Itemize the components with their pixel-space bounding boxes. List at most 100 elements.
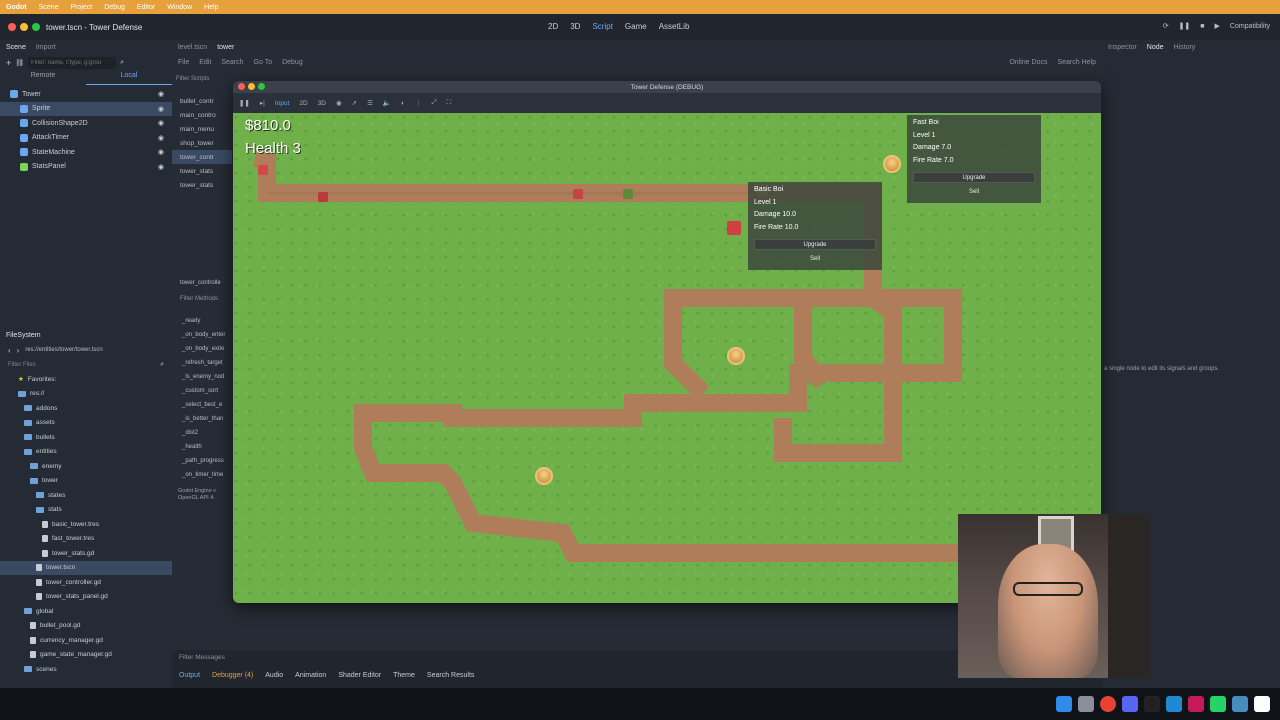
workspace-3d[interactable]: 3D — [570, 22, 580, 31]
sell-button[interactable]: Sell — [913, 186, 1035, 197]
tab-inspector[interactable]: Inspector — [1108, 44, 1137, 51]
visibility-icon[interactable]: ◉ — [158, 90, 164, 98]
renderer-label[interactable]: Compatibility — [1230, 23, 1270, 30]
method-list-item[interactable]: _ready — [176, 314, 234, 328]
file-tree-item[interactable]: basic_tower.tres — [0, 517, 172, 532]
tab-audio[interactable]: Audio — [265, 672, 283, 679]
method-list-item[interactable]: _on_body_exite — [176, 342, 234, 356]
workspace-game[interactable]: Game — [625, 22, 647, 31]
file-tree-item[interactable]: tower_controller.gd — [0, 575, 172, 590]
file-tree-item[interactable]: global — [0, 604, 172, 619]
menu-debug[interactable]: Debug — [104, 4, 125, 11]
tab-animation[interactable]: Animation — [295, 672, 326, 679]
filter-scripts-input[interactable]: Filter Scripts — [176, 76, 209, 82]
scene-node[interactable]: CollisionShape2D ◉ — [0, 116, 172, 131]
tab-level[interactable]: level.tscn — [178, 44, 207, 51]
file-tree-item[interactable]: fast_tower.tres — [0, 532, 172, 547]
tab-history[interactable]: History — [1174, 44, 1196, 51]
fullscreen-icon[interactable]: ⛶ — [447, 99, 452, 107]
file-tree-item[interactable]: currency_manager.gd — [0, 633, 172, 648]
visibility-icon[interactable]: ◉ — [158, 148, 164, 156]
filter-messages-input[interactable]: Filter Messages — [179, 654, 225, 661]
list-select-icon[interactable]: ☰ — [367, 99, 373, 107]
back-arrow-icon[interactable]: ‹ — [8, 346, 11, 355]
workspace-script[interactable]: Script — [592, 22, 612, 31]
mode-3d-button[interactable]: 3D — [318, 100, 326, 107]
vscode-icon[interactable] — [1166, 696, 1182, 712]
file-tree-item[interactable]: scenes — [0, 662, 172, 677]
scene-node[interactable]: StateMachine ◉ — [0, 145, 172, 160]
upgrade-button[interactable]: Upgrade — [913, 172, 1035, 183]
sell-button[interactable]: Sell — [754, 253, 876, 264]
minimize-window-icon[interactable] — [20, 23, 28, 31]
tab-theme[interactable]: Theme — [393, 672, 415, 679]
app-menu[interactable]: Godot — [6, 4, 27, 11]
tower-fast-boi[interactable] — [883, 155, 901, 173]
speaker-icon[interactable]: 🔈 — [383, 99, 391, 107]
file-tree-item[interactable]: bullets — [0, 430, 172, 445]
finder-icon[interactable] — [1056, 696, 1072, 712]
file-tree-item[interactable]: tower.tscn — [0, 560, 172, 575]
file-tree-item[interactable]: bullet_pool.gd — [0, 619, 172, 634]
script-list-item[interactable]: bullet_contr — [172, 94, 232, 108]
game-close-icon[interactable] — [238, 83, 245, 90]
method-list-item[interactable]: _is_enemy_nod — [176, 370, 234, 384]
menu-edit[interactable]: Edit — [199, 59, 211, 66]
method-list-item[interactable]: _custom_sort — [176, 384, 234, 398]
file-tree-item[interactable]: tower_stats.gd — [0, 546, 172, 561]
visibility-icon[interactable]: ◉ — [158, 134, 164, 142]
chrome-icon[interactable] — [1100, 696, 1116, 712]
forward-arrow-icon[interactable]: › — [17, 346, 20, 355]
search-icon[interactable]: ⌕ — [120, 59, 124, 67]
file-tree-item[interactable]: assets — [0, 416, 172, 431]
method-list-item[interactable]: _on_timer_time — [176, 468, 234, 482]
menu-goto[interactable]: Go To — [254, 59, 273, 66]
notion-icon[interactable] — [1254, 696, 1270, 712]
visibility-icon[interactable]: ◉ — [158, 105, 164, 113]
menu-project[interactable]: Project — [70, 4, 92, 11]
tower-sprite[interactable] — [535, 467, 553, 485]
menu-window[interactable]: Window — [167, 4, 192, 11]
scene-filter-input[interactable] — [28, 57, 117, 69]
pause-game-icon[interactable]: ❚❚ — [239, 99, 250, 107]
tab-tower[interactable]: tower — [217, 44, 234, 51]
tab-search-results[interactable]: Search Results — [427, 672, 474, 679]
method-list-item[interactable]: _path_progress — [176, 454, 234, 468]
file-tree-item[interactable]: stats — [0, 503, 172, 518]
stop-icon[interactable]: ■ — [1200, 23, 1204, 30]
script-list-item[interactable]: shop_tower — [172, 136, 232, 150]
method-list-item[interactable]: _dist2 — [176, 426, 234, 440]
menu-editor[interactable]: Editor — [137, 4, 155, 11]
tower-sprite[interactable] — [727, 347, 745, 365]
filesystem-path[interactable]: res://entities/tower/tower.tscn — [25, 347, 164, 353]
menu-file[interactable]: File — [178, 59, 189, 66]
discord-icon[interactable] — [1122, 696, 1138, 712]
file-search-icon[interactable]: ⌕ — [160, 361, 164, 369]
tab-shader-editor[interactable]: Shader Editor — [338, 672, 381, 679]
pause-icon[interactable]: ❚❚ — [1179, 22, 1191, 30]
method-list-item[interactable]: _on_body_enter — [176, 328, 234, 342]
file-tree-item[interactable]: tower_stats_panel.gd — [0, 590, 172, 605]
tab-import[interactable]: Import — [36, 44, 56, 51]
link-icon[interactable]: ⛓ — [15, 59, 24, 67]
input-mode-button[interactable]: Input — [275, 100, 289, 107]
menu-script-debug[interactable]: Debug — [282, 59, 303, 66]
workspace-2d[interactable]: 2D — [548, 22, 558, 31]
menu-search[interactable]: Search — [221, 59, 243, 66]
pointer-icon[interactable]: ➚ — [352, 99, 357, 107]
file-tree-item[interactable]: res:// — [0, 387, 172, 402]
reload-icon[interactable]: ⟳ — [1163, 22, 1169, 30]
file-tree-item[interactable]: states — [0, 488, 172, 503]
file-tree-item[interactable]: addons — [0, 401, 172, 416]
file-filter-input[interactable]: Filter Files — [8, 362, 160, 368]
remote-tab[interactable]: Remote — [0, 72, 86, 85]
script-list-item[interactable]: main_contro — [172, 108, 232, 122]
tab-debugger[interactable]: Debugger (4) — [212, 672, 253, 679]
workspace-assetlib[interactable]: AssetLib — [659, 22, 690, 31]
method-list-item[interactable]: _refresh_target — [176, 356, 234, 370]
visibility-icon[interactable]: ◉ — [158, 163, 164, 171]
zoom-fit-icon[interactable]: ⤢ — [431, 99, 436, 107]
play-scene-icon[interactable]: ▶ — [1215, 22, 1220, 30]
tab-scene[interactable]: Scene — [6, 44, 26, 51]
settings-icon[interactable] — [1078, 696, 1094, 712]
